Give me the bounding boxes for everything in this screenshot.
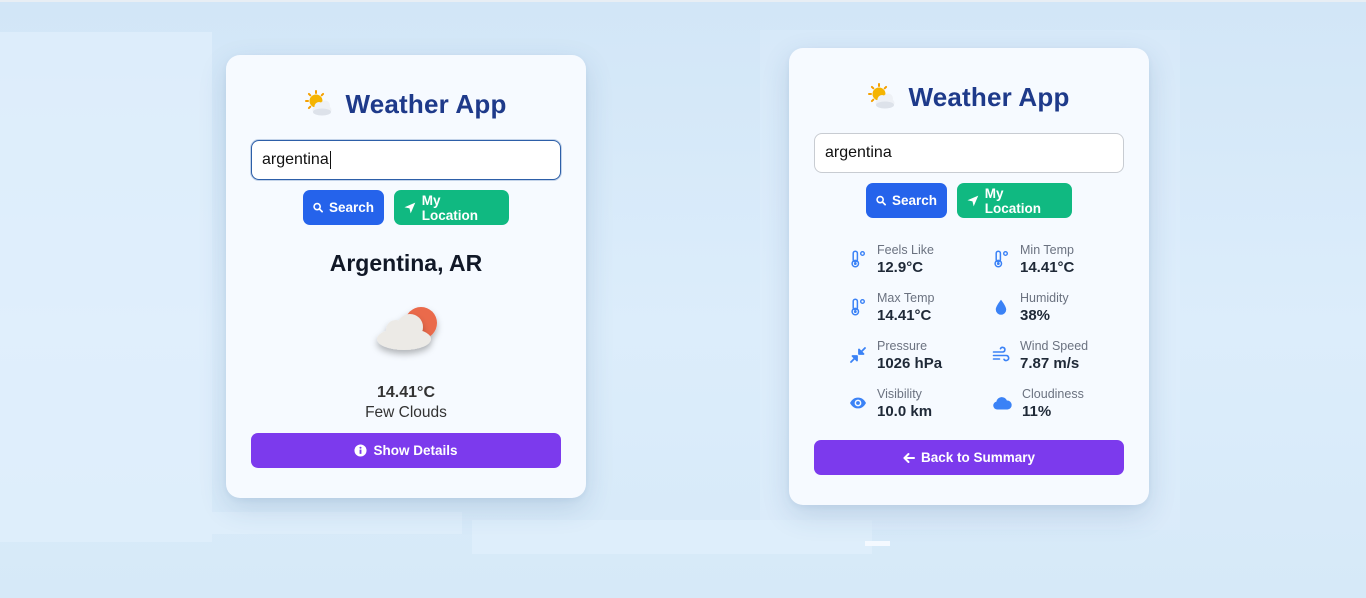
background-glow bbox=[212, 512, 462, 534]
magnifier-icon bbox=[876, 195, 886, 206]
detail-cloudiness: Cloudiness 11% bbox=[992, 383, 1132, 423]
detail-label: Pressure bbox=[877, 338, 928, 353]
thermometer-icon bbox=[994, 250, 1008, 268]
detail-visibility: Visibility 10.0 km bbox=[849, 383, 989, 423]
app-header: Weather App bbox=[226, 87, 586, 121]
app-header: Weather App bbox=[789, 80, 1149, 114]
page-indicator bbox=[865, 541, 890, 546]
detail-value: 10.0 km bbox=[877, 402, 933, 420]
detail-value: 12.9°C bbox=[877, 258, 924, 276]
sun-behind-cloud-icon bbox=[305, 90, 332, 116]
detail-value: 14.41°C bbox=[877, 306, 932, 324]
show-details-label: Show Details bbox=[373, 443, 458, 458]
eye-icon bbox=[850, 397, 866, 409]
detail-label: Humidity bbox=[1020, 290, 1069, 305]
summary-card: Weather App argentina Search My Location… bbox=[226, 55, 586, 498]
detail-value: 14.41°C bbox=[1020, 258, 1075, 276]
info-circle-icon bbox=[354, 444, 368, 457]
app-title: Weather App bbox=[908, 81, 1070, 112]
back-to-summary-label: Back to Summary bbox=[920, 450, 1036, 465]
search-actions: Search My Location bbox=[226, 190, 586, 225]
show-details-button[interactable]: Show Details bbox=[251, 433, 561, 468]
detail-value: 38% bbox=[1020, 306, 1051, 324]
detail-label: Feels Like bbox=[877, 242, 934, 257]
wind-icon bbox=[992, 346, 1010, 362]
droplet-icon bbox=[995, 299, 1007, 315]
detail-label: Visibility bbox=[877, 386, 922, 401]
details-card: Weather App argentina Search My Location bbox=[789, 48, 1149, 505]
search-input[interactable]: argentina bbox=[251, 140, 561, 180]
sun-behind-cloud-icon bbox=[868, 83, 895, 109]
location-arrow-icon bbox=[404, 202, 416, 213]
text-caret bbox=[329, 151, 331, 169]
detail-min-temp: Min Temp 14.41°C bbox=[992, 239, 1132, 279]
top-border bbox=[0, 0, 1366, 2]
thermometer-icon bbox=[851, 298, 865, 316]
detail-label: Min Temp bbox=[1020, 242, 1074, 257]
search-input-value: argentina bbox=[262, 151, 329, 168]
app-title: Weather App bbox=[345, 88, 507, 119]
compress-arrows-icon bbox=[850, 347, 866, 363]
my-location-button[interactable]: My Location bbox=[957, 183, 1072, 218]
detail-wind-speed: Wind Speed 7.87 m/s bbox=[992, 335, 1132, 375]
detail-humidity: Humidity 38% bbox=[992, 287, 1132, 327]
temperature: 14.41°C bbox=[377, 384, 435, 401]
my-location-button-label: My Location bbox=[984, 185, 1042, 216]
search-button[interactable]: Search bbox=[303, 190, 384, 225]
thermometer-icon bbox=[851, 250, 865, 268]
search-input-value: argentina bbox=[825, 144, 892, 161]
cloud-icon bbox=[993, 397, 1012, 410]
city-name: Argentina, AR bbox=[329, 250, 483, 276]
detail-pressure: Pressure 1026 hPa bbox=[849, 335, 989, 375]
detail-label: Cloudiness bbox=[1022, 386, 1084, 401]
search-actions: Search My Location bbox=[789, 183, 1149, 218]
detail-label: Max Temp bbox=[877, 290, 935, 305]
search-button-label: Search bbox=[891, 193, 937, 208]
detail-value: 1026 hPa bbox=[877, 354, 943, 372]
location-arrow-icon bbox=[967, 195, 979, 206]
detail-value: 7.87 m/s bbox=[1020, 354, 1080, 372]
back-to-summary-button[interactable]: Back to Summary bbox=[814, 440, 1124, 475]
search-input[interactable]: argentina bbox=[814, 133, 1124, 173]
magnifier-icon bbox=[313, 202, 323, 213]
search-button-label: Search bbox=[328, 200, 374, 215]
detail-feels-like: Feels Like 12.9°C bbox=[849, 239, 989, 279]
detail-max-temp: Max Temp 14.41°C bbox=[849, 287, 989, 327]
few-clouds-icon bbox=[377, 307, 437, 350]
detail-value: 11% bbox=[1022, 402, 1052, 420]
my-location-button[interactable]: My Location bbox=[394, 190, 509, 225]
arrow-left-icon bbox=[903, 452, 915, 463]
search-button[interactable]: Search bbox=[866, 183, 947, 218]
background-glow bbox=[0, 32, 212, 542]
weather-description: Few Clouds bbox=[365, 404, 447, 421]
detail-label: Wind Speed bbox=[1020, 338, 1089, 353]
my-location-button-label: My Location bbox=[421, 192, 479, 223]
